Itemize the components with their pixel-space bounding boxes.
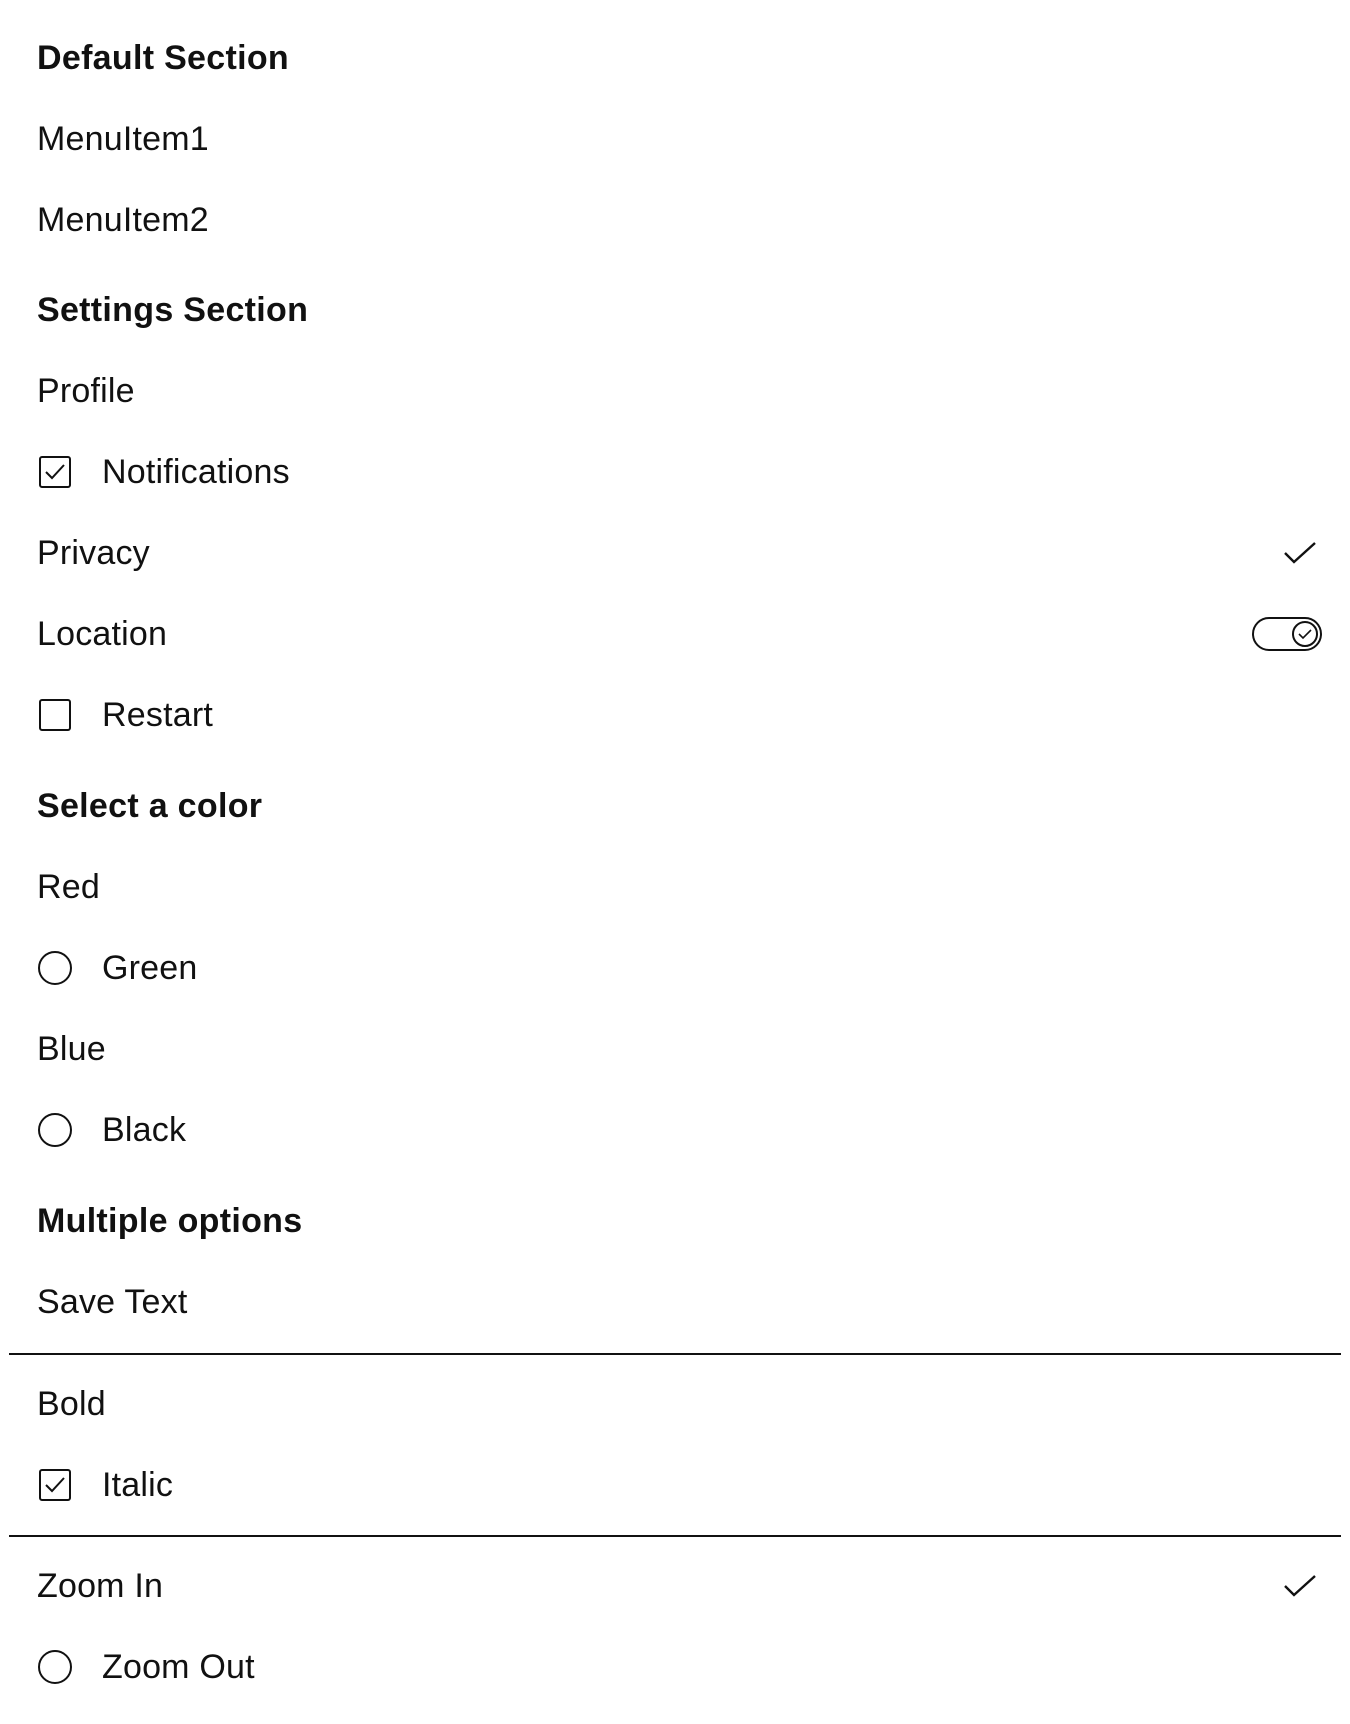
section-header-default: Default Section bbox=[37, 39, 289, 77]
menu-item-save-text[interactable]: Save Text bbox=[0, 1270, 1350, 1334]
radio-icon bbox=[38, 1650, 72, 1684]
menu-item-label: Notifications bbox=[102, 453, 290, 491]
restart-checkbox[interactable] bbox=[37, 697, 73, 733]
notifications-checkbox[interactable] bbox=[37, 454, 73, 490]
menu-item-black[interactable]: Black bbox=[0, 1098, 1350, 1162]
italic-checkbox[interactable] bbox=[37, 1467, 73, 1503]
menu-item-zoom-out[interactable]: Zoom Out bbox=[0, 1635, 1350, 1699]
location-toggle[interactable] bbox=[1252, 602, 1322, 666]
menu-item-label: Zoom In bbox=[37, 1567, 164, 1605]
toggle-track bbox=[1252, 617, 1322, 651]
menu-item-label: MenuItem2 bbox=[37, 201, 209, 239]
black-radio[interactable] bbox=[37, 1112, 73, 1148]
check-icon bbox=[1284, 542, 1316, 564]
menu-item-label: Bold bbox=[37, 1385, 106, 1423]
check-icon bbox=[1284, 1575, 1316, 1597]
menu-item-bold[interactable]: Bold bbox=[0, 1372, 1350, 1436]
menu-item-label: Green bbox=[102, 949, 198, 987]
checkbox-unchecked-icon bbox=[39, 699, 71, 731]
menu-item-label: Privacy bbox=[37, 534, 150, 572]
menu-item-label: MenuItem1 bbox=[37, 120, 209, 158]
menu-item-label: Blue bbox=[37, 1030, 106, 1068]
radio-icon bbox=[38, 1113, 72, 1147]
radio-icon bbox=[38, 951, 72, 985]
zoom-out-radio[interactable] bbox=[37, 1649, 73, 1685]
check-icon bbox=[45, 1477, 65, 1493]
menu-item-label: Location bbox=[37, 615, 168, 653]
menu-item-blue[interactable]: Blue bbox=[0, 1017, 1350, 1081]
menu-item-2[interactable]: MenuItem2 bbox=[0, 188, 1350, 252]
checkbox-checked-icon bbox=[39, 456, 71, 488]
menu-item-restart[interactable]: Restart bbox=[0, 683, 1350, 747]
menu-item-italic[interactable]: Italic bbox=[0, 1453, 1350, 1517]
menu-item-profile[interactable]: Profile bbox=[0, 359, 1350, 423]
menu-item-privacy[interactable]: Privacy bbox=[0, 521, 1350, 585]
check-icon bbox=[1298, 628, 1312, 639]
menu-item-label: Red bbox=[37, 868, 100, 906]
section-header-color: Select a color bbox=[37, 787, 263, 825]
menu-item-label: Zoom Out bbox=[102, 1648, 255, 1686]
section-header-settings: Settings Section bbox=[37, 291, 309, 329]
green-radio[interactable] bbox=[37, 950, 73, 986]
divider bbox=[9, 1535, 1341, 1537]
menu-item-label: Restart bbox=[102, 696, 213, 734]
menu-item-notifications[interactable]: Notifications bbox=[0, 440, 1350, 504]
check-icon bbox=[45, 464, 65, 480]
checkbox-checked-icon bbox=[39, 1469, 71, 1501]
menu-item-1[interactable]: MenuItem1 bbox=[0, 107, 1350, 171]
toggle-knob-icon bbox=[1292, 621, 1318, 647]
divider bbox=[9, 1353, 1341, 1355]
menu-item-location[interactable]: Location bbox=[0, 602, 1350, 666]
privacy-checkmark bbox=[1283, 521, 1317, 585]
menu-item-red[interactable]: Red bbox=[0, 855, 1350, 919]
menu-item-zoom-in[interactable]: Zoom In bbox=[0, 1554, 1350, 1618]
menu-item-label: Profile bbox=[37, 372, 135, 410]
menu-item-green[interactable]: Green bbox=[0, 936, 1350, 1000]
section-header-multiple: Multiple options bbox=[37, 1202, 303, 1240]
menu-item-label: Black bbox=[102, 1111, 187, 1149]
menu-item-label: Save Text bbox=[37, 1283, 188, 1321]
zoom-in-checkmark bbox=[1283, 1554, 1317, 1618]
menu-item-label: Italic bbox=[102, 1466, 174, 1504]
